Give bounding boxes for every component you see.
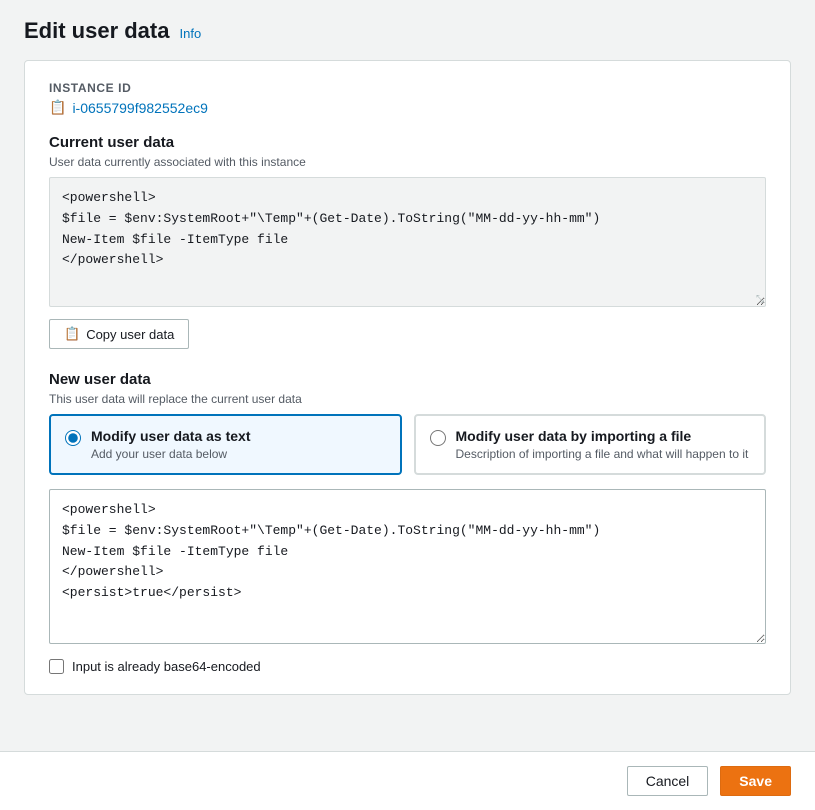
radio-option-text-content: Modify user data as text Add your user d… [91, 428, 251, 461]
base64-checkbox-label[interactable]: Input is already base64-encoded [72, 659, 261, 674]
radio-input-text[interactable] [65, 430, 81, 446]
page-title: Edit user data [24, 18, 169, 44]
copy-user-data-button[interactable]: 📋 Copy user data [49, 319, 189, 349]
editor-wrapper: <powershell> $file = $env:SystemRoot+"\T… [49, 489, 766, 647]
resize-indicator: ⤡ [756, 294, 764, 305]
radio-input-file[interactable] [430, 430, 446, 446]
new-user-data-section: New user data This user data will replac… [49, 371, 766, 674]
radio-option-file-desc: Description of importing a file and what… [456, 447, 749, 461]
instance-id-label: Instance ID [49, 81, 766, 95]
radio-option-text[interactable]: Modify user data as text Add your user d… [49, 414, 402, 475]
base64-checkbox[interactable] [49, 659, 64, 674]
radio-options: Modify user data as text Add your user d… [49, 414, 766, 475]
radio-option-text-title: Modify user data as text [91, 428, 251, 444]
current-user-data-title: Current user data [49, 134, 766, 151]
save-button[interactable]: Save [720, 766, 791, 796]
main-content: Instance ID 📋 i-0655799f982552ec9 Curren… [0, 60, 815, 751]
instance-id-link[interactable]: i-0655799f982552ec9 [72, 100, 207, 116]
footer: Cancel Save [0, 751, 815, 810]
cancel-button[interactable]: Cancel [627, 766, 709, 796]
current-user-data-display: <powershell> $file = $env:SystemRoot+"\T… [49, 177, 766, 307]
copy-button-label: Copy user data [86, 327, 174, 342]
base64-checkbox-row: Input is already base64-encoded [49, 659, 766, 674]
copy-button-icon: 📋 [64, 326, 80, 342]
user-data-editor[interactable]: <powershell> $file = $env:SystemRoot+"\T… [49, 489, 766, 644]
info-link[interactable]: Info [179, 26, 201, 41]
radio-option-file-title: Modify user data by importing a file [456, 428, 749, 444]
current-user-data-subtitle: User data currently associated with this… [49, 155, 766, 169]
radio-option-file-content: Modify user data by importing a file Des… [456, 428, 749, 461]
radio-option-text-desc: Add your user data below [91, 447, 251, 461]
radio-option-file[interactable]: Modify user data by importing a file Des… [414, 414, 767, 475]
new-user-data-subtitle: This user data will replace the current … [49, 392, 766, 406]
edit-card: Instance ID 📋 i-0655799f982552ec9 Curren… [24, 60, 791, 695]
copy-small-icon: 📋 [49, 99, 66, 116]
new-user-data-title: New user data [49, 371, 766, 388]
instance-id-row: 📋 i-0655799f982552ec9 [49, 99, 766, 116]
page-header: Edit user data Info [0, 0, 815, 60]
